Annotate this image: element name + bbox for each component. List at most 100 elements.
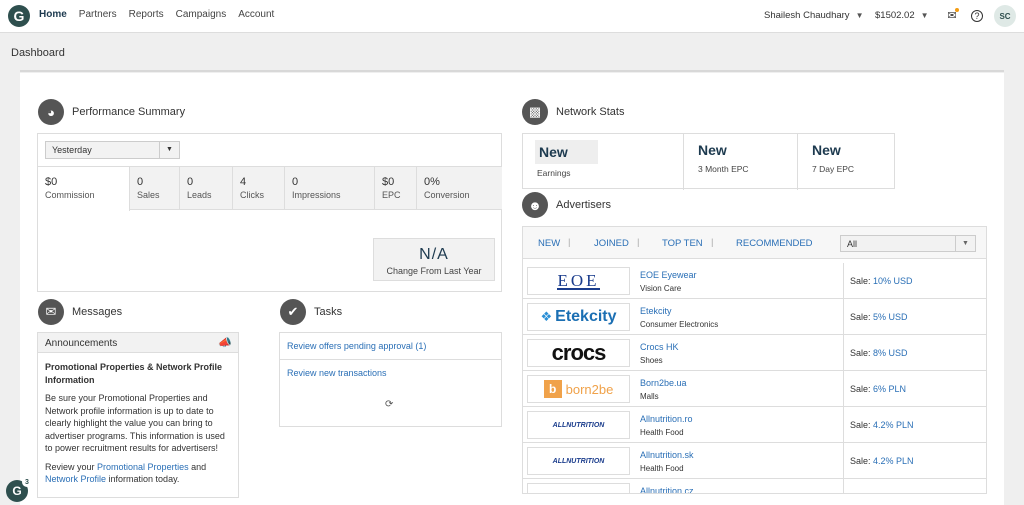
task-pending-offers[interactable]: Review offers pending approval (1) bbox=[280, 333, 501, 360]
performance-summary-label: Performance Summary bbox=[72, 106, 186, 118]
performance-summary-title: ◕ Performance Summary bbox=[38, 99, 185, 125]
advertiser-logo: ❖ Etekcity bbox=[527, 303, 630, 331]
change-from-last-year: N/A Change From Last Year bbox=[373, 238, 495, 281]
advertiser-logo: b born2be bbox=[527, 375, 630, 403]
nav-account[interactable]: Account bbox=[238, 9, 274, 20]
help-icon[interactable]: ? bbox=[971, 10, 983, 22]
sale-prefix: Sale: bbox=[850, 384, 874, 394]
announcement-text: Be sure your Promotional Properties and … bbox=[45, 393, 225, 453]
users-icon: ☻ bbox=[522, 192, 548, 218]
page-title: Dashboard bbox=[11, 47, 65, 59]
advertiser-name[interactable]: Allnutrition.sk bbox=[640, 450, 694, 460]
user-name: Shailesh Chaudhary bbox=[764, 10, 850, 21]
cta-prefix: Review your bbox=[45, 461, 98, 472]
metric-conversion[interactable]: 0% Conversion bbox=[417, 167, 502, 209]
network-profile-link[interactable]: Network Profile bbox=[45, 474, 106, 484]
advertiser-category: Health Food bbox=[640, 464, 684, 473]
network-stats-title: ▩ Network Stats bbox=[522, 99, 624, 125]
main-nav: Home Partners Reports Campaigns Account bbox=[39, 9, 274, 20]
advertiser-sale: Sale: 4.2% PLN bbox=[843, 407, 986, 443]
advertiser-category: Shoes bbox=[640, 356, 663, 365]
chat-widget-icon[interactable]: G3 bbox=[6, 477, 32, 502]
stat-7-day-epc: New 7 Day EPC bbox=[798, 134, 894, 190]
promotional-properties-link[interactable]: Promotional Properties bbox=[97, 462, 189, 472]
performance-panel: Yesterday ▼ $0 Commission 0 Sales 0 Leads 4… bbox=[37, 133, 502, 292]
metric-impressions[interactable]: 0 Impressions bbox=[285, 167, 375, 209]
metric-label: Impressions bbox=[292, 190, 341, 200]
advertiser-row[interactable]: ALLNUTRITION Allnutrition.ro Health Food… bbox=[523, 407, 986, 443]
checkmark-icon: ✔ bbox=[280, 299, 306, 325]
chat-count-badge: 3 bbox=[22, 477, 32, 487]
metric-label: Sales bbox=[137, 190, 160, 200]
tab-joined[interactable]: JOINED bbox=[594, 238, 629, 249]
logo-text: crocs bbox=[551, 340, 607, 365]
advertiser-row[interactable]: ALLNUTRITION Allnutrition.sk Health Food… bbox=[523, 443, 986, 479]
metric-value: 0 bbox=[137, 176, 144, 188]
advertiser-row[interactable]: ❖ Etekcity Etekcity Consumer Electronics … bbox=[523, 299, 986, 335]
tab-recommended[interactable]: RECOMMENDED bbox=[736, 238, 813, 249]
sale-prefix: Sale: bbox=[850, 420, 874, 430]
advertiser-row[interactable]: b born2be Born2be.ua Malls Sale: 6% PLN bbox=[523, 371, 986, 407]
tab-new[interactable]: NEW bbox=[538, 238, 560, 249]
task-new-transactions[interactable]: Review new transactions bbox=[280, 360, 501, 387]
advertiser-row[interactable]: EOE EOE Eyewear Vision Care Sale: 10% US… bbox=[523, 263, 986, 299]
period-dropdown[interactable]: Yesterday ▼ bbox=[45, 141, 180, 159]
envelope-icon: ✉ bbox=[38, 299, 64, 325]
cta-and: and bbox=[188, 461, 207, 472]
stat-earnings: New Earnings bbox=[523, 134, 684, 190]
notification-dot bbox=[955, 8, 959, 12]
metric-epc[interactable]: $0 EPC bbox=[375, 167, 417, 209]
advertiser-name[interactable]: Allnutrition.ro bbox=[640, 414, 693, 424]
nav-campaigns[interactable]: Campaigns bbox=[176, 9, 227, 20]
balance-menu[interactable]: $1502.02 ▼ bbox=[875, 10, 929, 21]
logo-icon[interactable]: G bbox=[8, 5, 30, 27]
advertiser-row[interactable]: crocs Crocs HK Shoes Sale: 8% USD bbox=[523, 335, 986, 371]
advertiser-name[interactable]: Born2be.ua bbox=[640, 378, 687, 388]
stat-value: New bbox=[812, 142, 841, 158]
chevron-down-icon: ▼ bbox=[855, 11, 864, 20]
advertiser-name[interactable]: Crocs HK bbox=[640, 342, 679, 352]
chevron-down-icon: ▼ bbox=[920, 11, 929, 20]
sale-value: 10% USD bbox=[873, 276, 913, 286]
advertiser-logo: EOE bbox=[527, 267, 630, 295]
change-label: Change From Last Year bbox=[386, 266, 482, 276]
sale-prefix: Sale: bbox=[850, 456, 874, 466]
stat-label: 3 Month EPC bbox=[698, 164, 749, 174]
user-menu[interactable]: Shailesh Chaudhary ▼ bbox=[764, 10, 863, 21]
megaphone-icon: 📣 bbox=[218, 337, 232, 349]
metric-sales[interactable]: 0 Sales bbox=[130, 167, 180, 209]
announcement-cta: Review your Promotional Properties and N… bbox=[45, 461, 231, 486]
nav-partners[interactable]: Partners bbox=[79, 9, 117, 20]
metric-leads[interactable]: 0 Leads bbox=[180, 167, 233, 209]
period-value: Yesterday bbox=[52, 145, 92, 155]
avatar[interactable]: SC bbox=[994, 5, 1016, 27]
advertiser-name[interactable]: EOE Eyewear bbox=[640, 270, 697, 280]
advertiser-sale bbox=[843, 479, 986, 493]
diamond-icon: ❖ bbox=[540, 309, 553, 324]
advertiser-sale: Sale: 5% USD bbox=[843, 299, 986, 335]
tab-top-ten[interactable]: TOP TEN bbox=[662, 238, 703, 249]
nav-home[interactable]: Home bbox=[39, 9, 67, 20]
advertiser-filter-select[interactable]: All ▼ bbox=[840, 235, 976, 252]
metric-label: Clicks bbox=[240, 190, 264, 200]
chevron-down-icon: ▼ bbox=[955, 236, 975, 251]
advertiser-row[interactable]: Allnutrition.cz bbox=[523, 479, 986, 493]
advertiser-category: Malls bbox=[640, 392, 659, 401]
sale-value: 5% USD bbox=[873, 312, 908, 322]
metric-value: 4 bbox=[240, 176, 247, 188]
nav-reports[interactable]: Reports bbox=[129, 9, 164, 20]
dashboard-card: ◕ Performance Summary Yesterday ▼ $0 Comm… bbox=[20, 73, 1004, 505]
metric-label: Leads bbox=[187, 190, 212, 200]
metric-clicks[interactable]: 4 Clicks bbox=[233, 167, 285, 209]
advertiser-category: Vision Care bbox=[640, 284, 682, 293]
advertiser-name[interactable]: Allnutrition.cz bbox=[640, 486, 694, 493]
stat-3-month-epc: New 3 Month EPC bbox=[684, 134, 798, 190]
metric-commission[interactable]: $0 Commission bbox=[38, 167, 130, 211]
born2be-mark-icon: b bbox=[543, 380, 562, 398]
announcement-heading: Promotional Properties & Network Profile… bbox=[45, 362, 223, 385]
logo-text: Etekcity bbox=[555, 308, 617, 325]
announcements-header: Announcements 📣 bbox=[38, 333, 238, 353]
advertiser-name[interactable]: Etekcity bbox=[640, 306, 672, 316]
advertiser-logo: ALLNUTRITION bbox=[527, 411, 630, 439]
divider bbox=[20, 70, 1004, 72]
